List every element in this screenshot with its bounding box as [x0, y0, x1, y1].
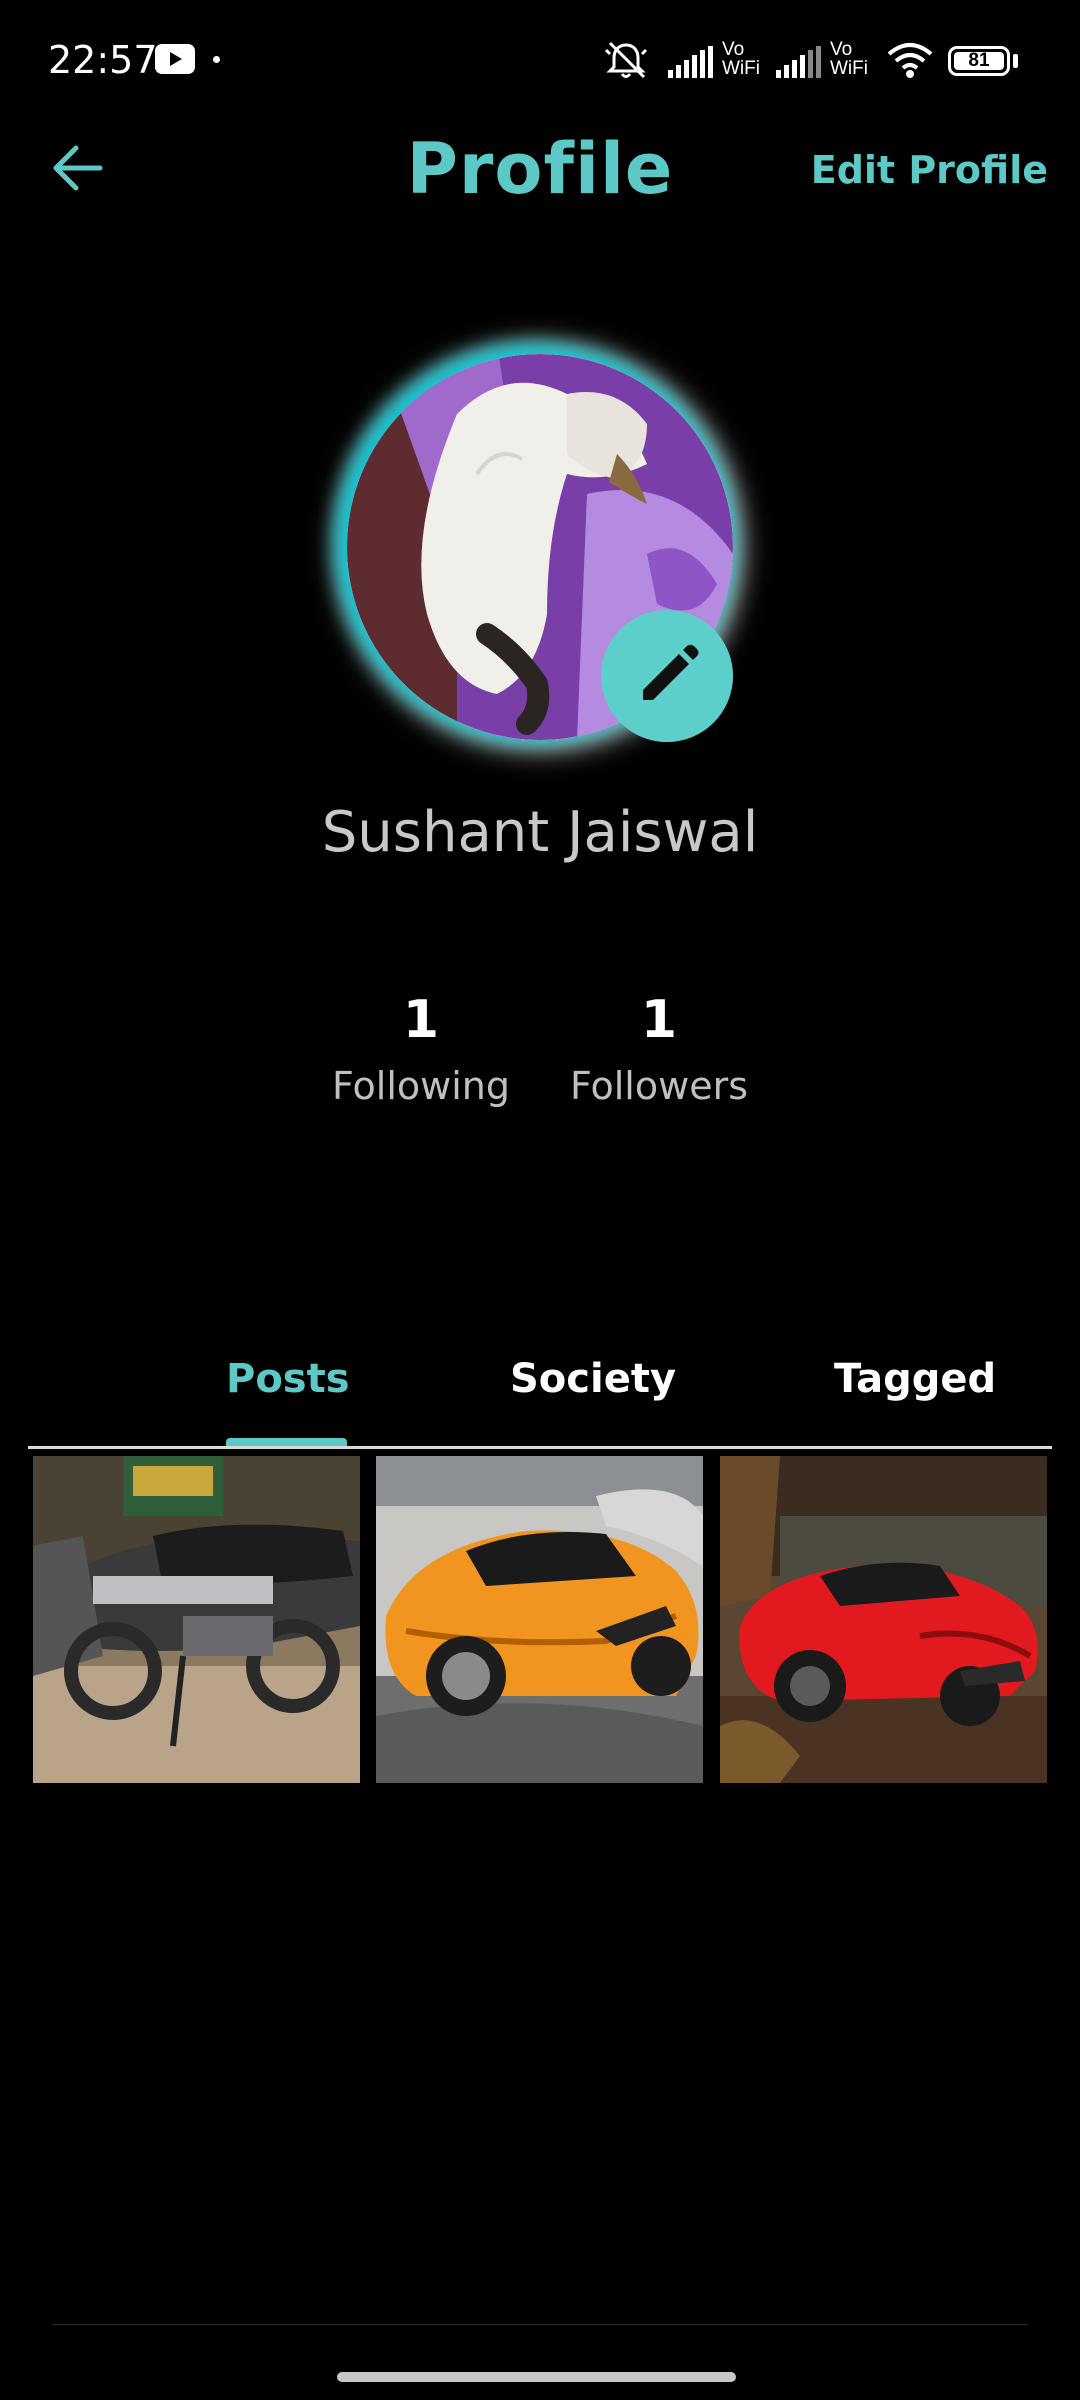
battery-icon: 81 [948, 46, 1010, 76]
following-stat[interactable]: 1 Following [306, 990, 536, 1108]
signal-bars-icon [668, 46, 713, 78]
tab-posts[interactable]: Posts [226, 1356, 350, 1402]
status-icons: Vo WiFi Vo WiFi 81 [604, 36, 1024, 86]
signal-bars-icon-2 [776, 46, 821, 78]
tab-divider [28, 1446, 1052, 1449]
post-thumbnail-orange-car[interactable] [376, 1456, 703, 1783]
following-count: 1 [402, 990, 440, 1050]
user-name: Sushant Jaiswal [321, 800, 759, 865]
battery-tip [1013, 54, 1018, 68]
post-thumbnail-motorcycle[interactable] [33, 1456, 360, 1783]
followers-count: 1 [640, 990, 678, 1050]
followers-stat[interactable]: 1 Followers [544, 990, 774, 1108]
edit-avatar-button[interactable] [601, 610, 733, 742]
tab-tagged[interactable]: Tagged [834, 1356, 996, 1402]
active-tab-indicator [226, 1438, 347, 1446]
status-time: 22:57 [48, 38, 158, 82]
vowifi-label: Vo WiFi [722, 39, 760, 79]
notification-dot-icon [213, 56, 220, 63]
followers-label: Followers [570, 1064, 748, 1108]
youtube-notification-icon [155, 44, 195, 74]
tab-society[interactable]: Society [510, 1356, 676, 1402]
bottom-divider [52, 2324, 1028, 2325]
mute-bell-icon [604, 41, 648, 79]
status-bar: 22:57 Vo WiFi Vo WiFi 81 [0, 0, 1080, 120]
edit-profile-button[interactable]: Edit Profile [811, 148, 1048, 192]
home-indicator[interactable] [337, 2372, 736, 2382]
vowifi-label-2: Vo WiFi [830, 39, 868, 79]
following-label: Following [332, 1064, 510, 1108]
wifi-icon [887, 43, 933, 78]
post-thumbnail-red-car[interactable] [720, 1456, 1047, 1783]
